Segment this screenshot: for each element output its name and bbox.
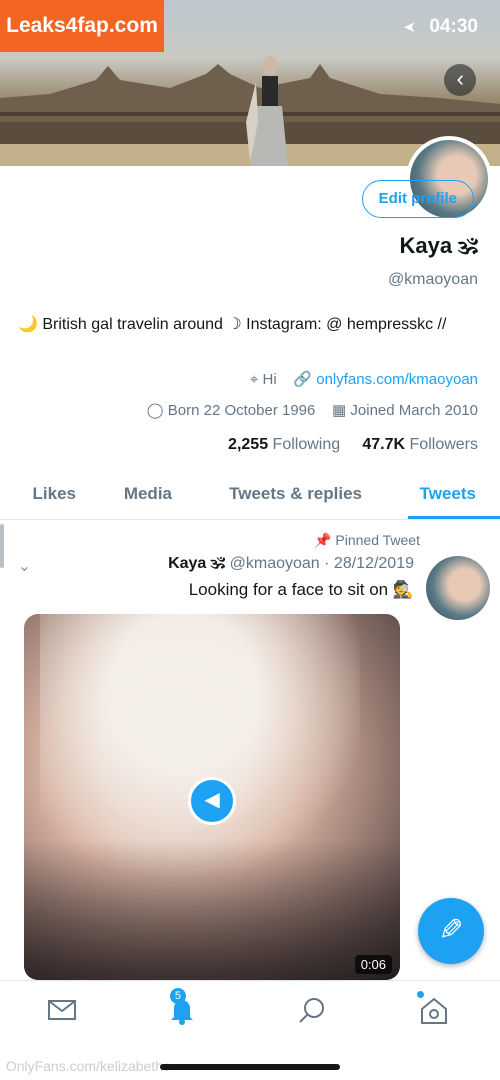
profile-location: Hi [262, 371, 277, 388]
profile-born: Born 22 October 1996 [167, 402, 316, 419]
home-new-dot [417, 991, 424, 998]
watermark-logo: Leaks4fap.com [0, 0, 164, 52]
profile-tabs: Tweets Tweets & replies Media Likes [0, 472, 500, 520]
location-pin-icon: ⌖ [249, 371, 259, 388]
video-duration: 0:06 [354, 955, 392, 974]
footer-watermark: OnlyFans.com/kelizabethc [5, 1058, 170, 1074]
profile-website-link[interactable]: onlyfans.com/kmaoyoan [316, 371, 478, 388]
profile-handle: @kmaoyoan [387, 271, 478, 288]
profile-name: Kaya 🕉 [399, 233, 478, 258]
location-arrow-icon: ➤ [403, 19, 416, 36]
person-figure [246, 56, 288, 166]
nav-search[interactable] [294, 995, 330, 1025]
tweet-avatar[interactable] [426, 556, 490, 620]
pinned-tweet-label: 📌 Pinned Tweet [314, 532, 420, 548]
edit-profile-button[interactable]: Edit profile [362, 180, 474, 218]
mail-icon [48, 1000, 76, 1020]
compose-tweet-button[interactable]: ✎ [418, 898, 484, 964]
active-tab-indicator [408, 516, 500, 519]
profile-screen: ‹ Edit profile Kaya 🕉 @kmaoyoan 🌙 Britis… [0, 0, 500, 1080]
profile-bio: 🌙 British gal travelin around ☽ Instagra… [18, 316, 447, 333]
notifications-badge: 5 [170, 988, 186, 1004]
follow-stats: 2,255 Following 47.7K Followers [228, 436, 478, 454]
chevron-down-icon[interactable]: ⌄ [18, 556, 31, 576]
back-button[interactable]: ‹ [444, 64, 476, 96]
pin-icon: 📌 [314, 532, 332, 548]
tab-tweets[interactable]: Tweets [420, 484, 476, 504]
bottom-navigation: 5 [0, 980, 500, 1040]
followers-link[interactable]: 47.7K Followers [362, 436, 478, 453]
profile-location-website: ⌖ Hi 🔗 onlyfans.com/kmaoyoan [250, 370, 478, 388]
tweet-text: Looking for a face to sit on 🕵 [188, 580, 414, 599]
scroll-indicator [0, 524, 4, 568]
tweet-header: Kaya 🕉 @kmaoyoan · 28/12/2019 [168, 555, 414, 572]
play-icon[interactable]: ▶ [188, 777, 236, 825]
calendar-icon: ▦ [332, 402, 347, 419]
balloon-icon: ◯ [146, 402, 164, 419]
home-icon [421, 997, 447, 1024]
tab-likes[interactable]: Likes [33, 484, 76, 504]
following-link[interactable]: 2,255 Following [228, 436, 340, 453]
profile-dates: ◯ Born 22 October 1996 ▦ Joined March 20… [147, 401, 478, 419]
search-icon [299, 998, 324, 1023]
status-time: 04:30 [429, 16, 478, 37]
link-icon: 🔗 [293, 371, 313, 388]
tweet-video[interactable]: ▶ 0:06 [24, 614, 400, 980]
nav-notifications[interactable]: 5 [164, 988, 200, 1025]
tab-tweets-and-replies[interactable]: Tweets & replies [229, 484, 362, 504]
profile-joined: Joined March 2010 [350, 402, 478, 419]
nav-home[interactable] [416, 991, 452, 1025]
tab-media[interactable]: Media [124, 484, 172, 504]
nav-messages[interactable] [44, 995, 80, 1025]
home-indicator [160, 1064, 340, 1070]
